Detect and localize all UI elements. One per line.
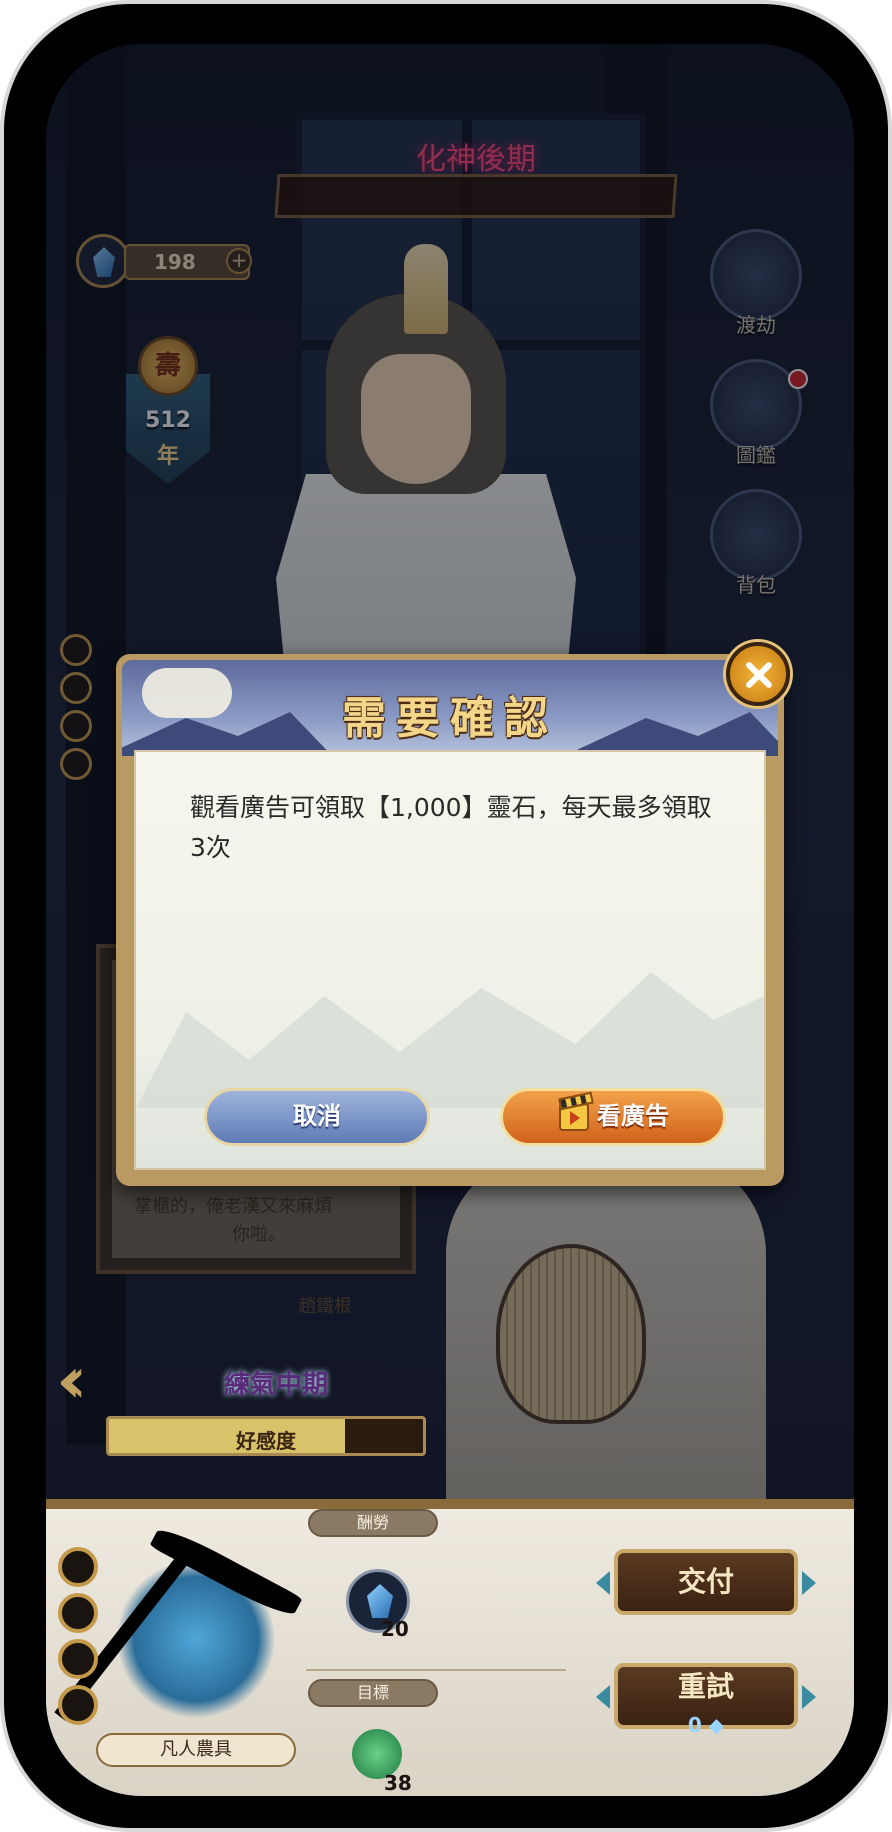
arrow-right-icon [802, 1571, 816, 1595]
landscape-decoration [136, 972, 764, 1108]
watch-ad-button[interactable]: 看廣告 [500, 1088, 726, 1146]
dialog-header: 需要確認 [122, 660, 778, 756]
confirm-dialog: 需要確認 觀看廣告可領取【1,000】靈石，每天最多領取3次 取消 看廣告 [116, 642, 790, 1186]
retry-label: 重試 [677, 1670, 734, 1703]
device-frame: 化神後期 198 + 壽 512 年 渡劫 圖鑑 背包 掌櫃的，俺老漢又來麻煩 … [0, 0, 892, 1832]
coin-icon [58, 1593, 98, 1633]
reward-tag: 酬勞 [308, 1509, 438, 1537]
favor-label: 好感度 [236, 1429, 296, 1453]
target-tag: 目標 [308, 1679, 438, 1707]
arrow-left-icon [596, 1571, 610, 1595]
coin-stack [58, 1547, 102, 1731]
task-panel: 凡人農具 酬勞 20 目標 38 交付 重試 0 ◆ [46, 1499, 854, 1796]
coin-icon [58, 1639, 98, 1679]
close-icon[interactable] [726, 642, 790, 706]
arrow-left-icon [596, 1685, 610, 1709]
video-clapper-icon [559, 1103, 589, 1131]
dialog-title: 需要確認 [342, 693, 558, 744]
npc-name: 趙鐵根 [298, 1296, 352, 1317]
retry-cost: 0 ◆ [687, 1713, 725, 1737]
deliver-label: 交付 [677, 1565, 734, 1598]
reward-count: 20 [381, 1617, 409, 1641]
deliver-button[interactable]: 交付 [596, 1549, 816, 1615]
coin-icon [58, 1685, 98, 1725]
cancel-button[interactable]: 取消 [204, 1088, 430, 1146]
favor-bar: 好感度 [106, 1416, 426, 1456]
watch-ad-label: 看廣告 [597, 1102, 669, 1130]
npc-dialogue-line: 掌櫃的，俺老漢又來麻煩 [134, 1196, 332, 1217]
coin-icon [58, 1547, 98, 1587]
previous-npc-arrow-icon[interactable]: ‹‹ [56, 1344, 88, 1418]
target-count: 38 [384, 1771, 412, 1795]
divider [306, 1669, 566, 1671]
npc-cultivation-rank: 練氣中期 [223, 1370, 328, 1400]
retry-button[interactable]: 重試 0 ◆ [596, 1663, 816, 1737]
dialog-message: 觀看廣告可領取【1,000】靈石，每天最多領取3次 [190, 793, 712, 862]
dialog-body: 觀看廣告可領取【1,000】靈石，每天最多領取3次 取消 看廣告 [134, 750, 766, 1170]
arrow-right-icon [802, 1685, 816, 1709]
tool-name: 凡人農具 [96, 1733, 296, 1767]
npc-dialogue-line: 你啦。 [232, 1224, 286, 1245]
